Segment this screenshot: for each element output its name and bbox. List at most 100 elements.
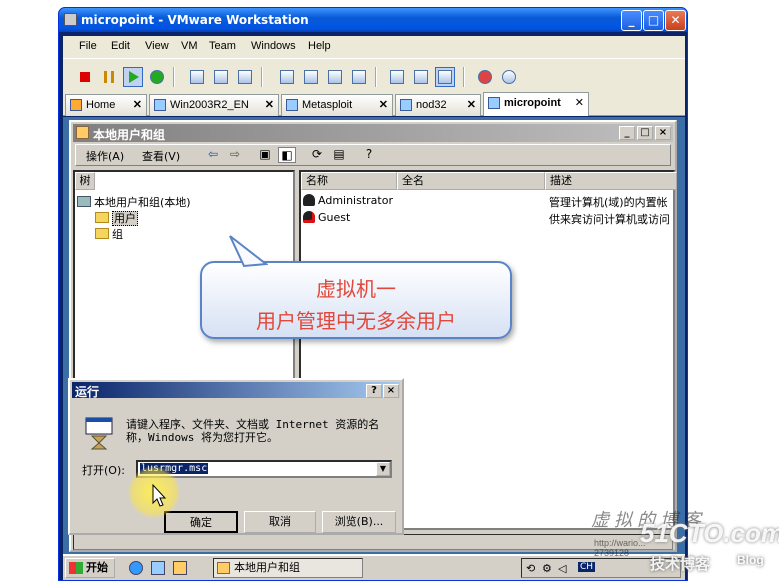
restore-button[interactable]: □ — [637, 126, 653, 140]
snapshot-icon[interactable] — [187, 67, 207, 87]
mouse-cursor-icon — [152, 484, 167, 507]
tab-label: nod32 — [416, 99, 447, 111]
folder-icon — [95, 228, 109, 239]
task-label: 本地用户和组 — [234, 561, 300, 574]
column-header-name[interactable]: 名称 — [301, 172, 397, 190]
close-button[interactable]: × — [655, 126, 671, 140]
export-list-icon[interactable]: ▤ — [330, 147, 348, 163]
menu-view[interactable]: 查看(V) — [142, 148, 180, 164]
quick-switch-icon[interactable] — [325, 67, 345, 87]
network-icon[interactable]: ⟲ — [526, 562, 535, 575]
tree-node-groups[interactable]: 组 — [95, 226, 123, 242]
computer-management-icon — [217, 562, 230, 574]
menu-edit[interactable]: Edit — [111, 40, 130, 52]
menu-view[interactable]: View — [145, 40, 169, 52]
start-button[interactable]: 开始 — [65, 558, 115, 578]
suspend-icon[interactable] — [99, 67, 119, 87]
user-name-cell: Guest — [303, 211, 350, 224]
tab-close-icon[interactable]: ✕ — [265, 98, 274, 111]
snapshot-manager-icon[interactable] — [235, 67, 255, 87]
menu-help[interactable]: Help — [308, 40, 331, 52]
refresh-icon[interactable]: ⟳ — [308, 147, 326, 163]
run-title: 运行 — [75, 385, 100, 399]
summary-icon[interactable] — [411, 67, 431, 87]
browse-button[interactable]: 浏览(B)... — [322, 511, 396, 533]
forward-arrow-icon[interactable]: ⇨ — [226, 147, 244, 163]
show-desktop-icon[interactable] — [173, 561, 187, 575]
minimize-button[interactable]: _ — [621, 10, 642, 31]
tab-close-icon[interactable]: ✕ — [133, 98, 142, 111]
user-name-cell: Administrator — [303, 194, 393, 207]
tab-metasploit[interactable]: Metasploit ✕ — [281, 94, 393, 116]
run-description: 请键入程序、文件夹、文档或 Internet 资源的名称，Windows 将为您… — [126, 418, 380, 444]
window-view-icon[interactable] — [349, 67, 369, 87]
watermark-url-text: http://wario... — [594, 538, 646, 548]
help-icon[interactable]: ? — [360, 147, 378, 163]
user-description: 管理计算机(域)的内置帐 — [549, 196, 668, 209]
folder-icon — [95, 212, 109, 223]
replay-icon[interactable] — [499, 67, 519, 87]
tab-win2003r2-en[interactable]: Win2003R2_EN ✕ — [149, 94, 279, 116]
appliance-view-icon[interactable] — [435, 67, 455, 87]
windows-logo-icon — [69, 562, 83, 574]
tab-close-icon[interactable]: ✕ — [575, 96, 584, 109]
user-name: Administrator — [318, 194, 393, 207]
tab-home[interactable]: Home ✕ — [65, 94, 147, 116]
vmware-titlebar[interactable]: micropoint - VMware Workstation _ □ ✕ — [59, 8, 687, 32]
open-label: 打开(O): — [82, 464, 125, 477]
sidebar-toggle-icon[interactable] — [277, 67, 297, 87]
tree-node-root[interactable]: 本地用户和组(本地) — [77, 194, 191, 210]
show-tree-icon[interactable]: ◧ — [278, 147, 296, 163]
menu-file[interactable]: File — [79, 40, 97, 52]
tab-close-icon[interactable]: ✕ — [467, 98, 476, 111]
minimize-button[interactable]: _ — [619, 126, 635, 140]
console-icon[interactable] — [387, 67, 407, 87]
maximize-button[interactable]: □ — [643, 10, 664, 31]
run-titlebar[interactable]: 运行 ? × — [72, 382, 400, 399]
tab-label: Win2003R2_EN — [170, 99, 249, 111]
full-screen-icon[interactable] — [301, 67, 321, 87]
tree-header: 树 — [75, 172, 95, 190]
tab-nod32[interactable]: nod32 ✕ — [395, 94, 481, 116]
menu-team[interactable]: Team — [209, 40, 236, 52]
annotation-callout: 虚拟机一 用户管理中无多余用户 — [200, 261, 512, 339]
tab-label: micropoint — [504, 97, 561, 109]
toolbar-separator — [463, 67, 465, 87]
help-button[interactable]: ? — [366, 384, 382, 398]
chevron-down-icon[interactable]: ▼ — [376, 462, 390, 476]
power-on-icon[interactable] — [123, 67, 143, 87]
close-button[interactable]: × — [383, 384, 399, 398]
status-bar — [73, 534, 673, 550]
revert-snapshot-icon[interactable] — [211, 67, 231, 87]
power-off-icon[interactable] — [75, 67, 95, 87]
toolbar-separator — [375, 67, 377, 87]
up-folder-icon[interactable]: ▣ — [256, 147, 274, 163]
vm-icon — [154, 99, 166, 111]
menu-vm[interactable]: VM — [181, 40, 198, 52]
language-indicator[interactable]: CH — [578, 562, 596, 572]
mmc-titlebar[interactable]: 本地用户和组 _ □ × — [73, 124, 673, 142]
tab-micropoint[interactable]: micropoint ✕ — [483, 92, 589, 116]
volume-icon[interactable]: ◁ — [558, 562, 566, 575]
menu-action[interactable]: 操作(A) — [86, 148, 124, 164]
ok-button[interactable]: 确定 — [164, 511, 238, 533]
internet-explorer-icon[interactable] — [129, 561, 143, 575]
back-arrow-icon[interactable]: ⇦ — [204, 147, 222, 163]
tab-label: Home — [86, 99, 116, 111]
reset-icon[interactable] — [147, 67, 167, 87]
tree-node-users[interactable]: 用户 — [95, 210, 138, 226]
column-header-description[interactable]: 描述 — [545, 172, 677, 190]
menu-windows[interactable]: Windows — [251, 40, 296, 52]
security-icon[interactable]: ⚙ — [542, 562, 552, 575]
callout-line-2: 用户管理中无多余用户 — [256, 309, 456, 333]
column-header-full-name[interactable]: 全名 — [397, 172, 545, 190]
tab-close-icon[interactable]: ✕ — [379, 98, 388, 111]
watermark-blog: Blog — [737, 553, 764, 567]
watermark-id: 2739128 — [594, 548, 630, 558]
close-button[interactable]: ✕ — [665, 10, 686, 31]
taskbar-task-local-users[interactable]: 本地用户和组 — [213, 558, 363, 578]
record-icon[interactable] — [475, 67, 495, 87]
cancel-button[interactable]: 取消 — [244, 511, 316, 533]
outlook-express-icon[interactable] — [151, 561, 165, 575]
mmc-toolbar: 操作(A) 查看(V) ⇦ ⇨ ▣ ◧ ⟳ ▤ ? — [75, 144, 671, 166]
